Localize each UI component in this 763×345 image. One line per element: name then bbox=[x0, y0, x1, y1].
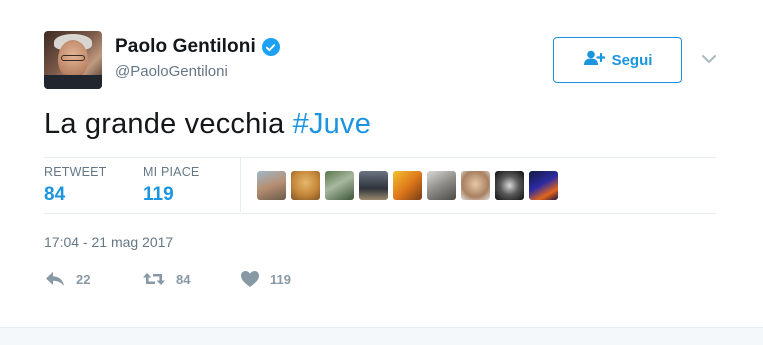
tweet-text: La grande vecchia #Juve bbox=[44, 108, 371, 141]
author-handle[interactable]: @PaoloGentiloni bbox=[115, 63, 228, 80]
liker-avatar[interactable] bbox=[393, 171, 422, 200]
likes-stat-label: MI PIACE bbox=[143, 165, 200, 179]
likes-stat-value: 119 bbox=[143, 184, 174, 205]
stats-bottom-divider bbox=[44, 213, 716, 214]
author-name-row[interactable]: Paolo Gentiloni bbox=[115, 36, 280, 58]
retweet-stat-value: 84 bbox=[44, 184, 66, 205]
add-user-icon bbox=[583, 50, 606, 70]
avatar-shirt bbox=[44, 75, 102, 89]
hashtag-link[interactable]: #Juve bbox=[293, 108, 371, 140]
retweet-stat[interactable]: RETWEET 84 bbox=[44, 165, 107, 206]
reply-icon bbox=[44, 270, 66, 288]
retweet-button[interactable]: 84 bbox=[142, 270, 240, 288]
heart-icon bbox=[240, 270, 260, 288]
verified-badge-icon bbox=[261, 38, 280, 56]
liker-avatar[interactable] bbox=[257, 171, 286, 200]
retweet-stat-label: RETWEET bbox=[44, 165, 107, 179]
retweet-count: 84 bbox=[176, 271, 191, 287]
follow-button[interactable]: Segui bbox=[553, 37, 682, 83]
tweet-actions: 22 84 119 bbox=[44, 270, 338, 288]
liker-avatar[interactable] bbox=[291, 171, 320, 200]
liker-avatars bbox=[257, 171, 558, 200]
follow-button-label: Segui bbox=[611, 51, 653, 69]
like-button[interactable]: 119 bbox=[240, 270, 338, 288]
liker-avatar[interactable] bbox=[495, 171, 524, 200]
like-count: 119 bbox=[270, 271, 291, 287]
chevron-down-icon[interactable] bbox=[700, 50, 718, 68]
stats-vertical-divider bbox=[240, 158, 241, 212]
author-avatar[interactable] bbox=[44, 31, 102, 89]
tweet-body: La grande vecchia bbox=[44, 108, 293, 140]
liker-avatar[interactable] bbox=[461, 171, 490, 200]
liker-avatar[interactable] bbox=[529, 171, 558, 200]
tweet-timestamp[interactable]: 17:04 - 21 mag 2017 bbox=[44, 234, 173, 250]
stats-top-divider bbox=[44, 157, 716, 158]
avatar-glasses bbox=[61, 55, 85, 61]
reply-count: 22 bbox=[76, 271, 91, 287]
liker-avatar[interactable] bbox=[359, 171, 388, 200]
liker-avatar[interactable] bbox=[325, 171, 354, 200]
replies-section-edge bbox=[0, 327, 763, 345]
author-name[interactable]: Paolo Gentiloni bbox=[115, 36, 256, 58]
retweet-icon bbox=[142, 270, 166, 288]
likes-stat[interactable]: MI PIACE 119 bbox=[143, 165, 199, 206]
liker-avatar[interactable] bbox=[427, 171, 456, 200]
reply-button[interactable]: 22 bbox=[44, 270, 142, 288]
